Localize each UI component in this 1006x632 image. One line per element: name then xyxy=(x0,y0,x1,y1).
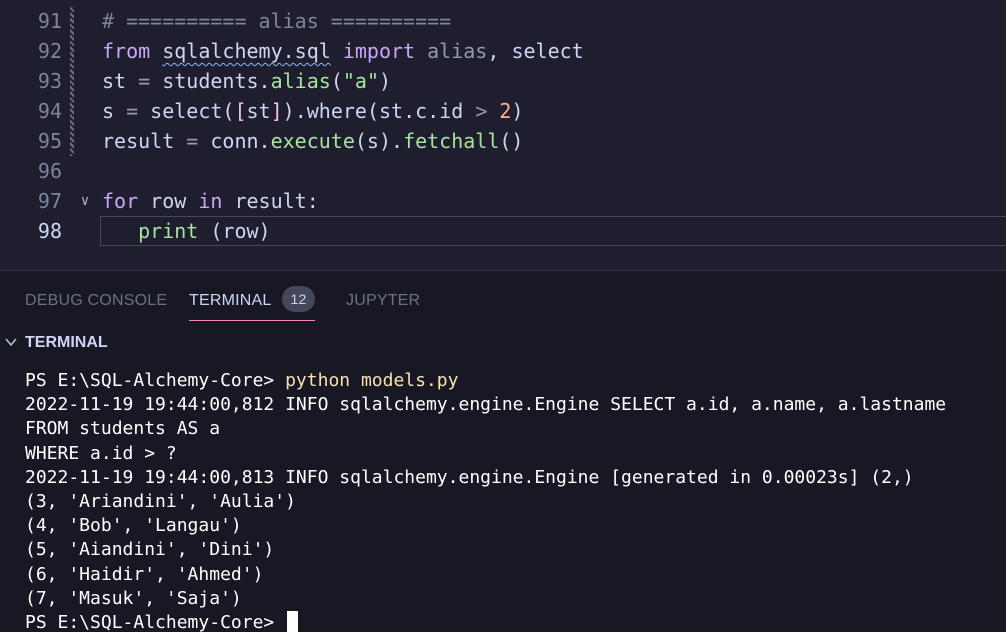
code-token: for xyxy=(102,189,139,213)
code-token: ).where(st.c.id xyxy=(282,99,476,123)
code-text: result = conn.execute(s).fetchall() xyxy=(102,126,523,156)
terminal-section-title: TERMINAL xyxy=(25,334,108,351)
terminal-output-line: 2022-11-19 19:44:00,813 INFO sqlalchemy.… xyxy=(25,466,914,488)
code-line[interactable]: 93 st = students.alias("a") xyxy=(0,66,1006,96)
code-token: , select xyxy=(487,39,584,63)
terminal-output-line: (3, 'Ariandini', 'Aulia') xyxy=(25,491,296,513)
terminal-output-line: (5, 'Aiandini', 'Dini') xyxy=(25,539,275,561)
code-editor[interactable]: 91 # ========== alias ========== 92 from sq… xyxy=(0,0,1006,270)
code-text: print (row) xyxy=(102,216,271,246)
terminal-output-line: FROM students AS a xyxy=(25,418,221,440)
code-token: ) xyxy=(511,99,524,123)
code-token: alias xyxy=(270,69,331,93)
code-token: result: xyxy=(222,189,319,213)
code-token: result xyxy=(102,129,187,153)
code-token: sqlalchemy.sql xyxy=(162,39,331,63)
code-token: import xyxy=(342,39,416,63)
code-token: () xyxy=(499,129,524,153)
bottom-panel: DEBUG CONSOLE TERMINAL 12 JUPYTER TERMINA… xyxy=(0,270,1006,632)
code-token: [ xyxy=(234,99,247,123)
code-token: st xyxy=(102,69,139,93)
panel-tabs: DEBUG CONSOLE TERMINAL 12 JUPYTER xyxy=(0,271,1006,327)
code-line[interactable]: 92 from sqlalchemy.sql import alias, sele… xyxy=(0,36,1006,66)
code-token: alias xyxy=(427,39,488,63)
code-text: # ========== alias ========== xyxy=(102,6,451,36)
terminal-command: python models.py xyxy=(285,370,459,391)
terminal-count-badge: 12 xyxy=(281,286,316,312)
line-number: 97 xyxy=(37,189,62,213)
code-token: select( xyxy=(138,99,235,123)
code-line[interactable]: 91 # ========== alias ========== xyxy=(0,6,1006,36)
tab-jupyter-label: JUPYTER xyxy=(346,292,421,309)
code-text: from sqlalchemy.sql import alias, select xyxy=(102,36,584,66)
fold-chevron-icon[interactable]: ∨ xyxy=(74,186,96,216)
code-line[interactable]: 96 xyxy=(0,156,1006,186)
terminal-cursor xyxy=(287,611,299,632)
tab-debug-console-label: DEBUG CONSOLE xyxy=(25,292,168,309)
code-token: row xyxy=(138,189,199,213)
line-number: 93 xyxy=(37,69,62,93)
terminal-section-header[interactable]: TERMINAL xyxy=(0,329,1006,357)
code-token: fetchall xyxy=(403,129,500,153)
code-text: s = select([st]).where(st.c.id > 2) xyxy=(102,96,524,126)
code-token: s xyxy=(102,99,127,123)
code-token: > xyxy=(475,99,488,123)
code-token: = xyxy=(126,99,139,123)
tab-terminal[interactable]: TERMINAL 12 xyxy=(189,271,316,321)
tab-jupyter[interactable]: JUPYTER xyxy=(346,271,420,321)
code-token: # ========== alias ========== xyxy=(102,9,452,33)
terminal-output[interactable]: PS E:\SQL-Alchemy-Core> python models.py… xyxy=(25,369,1000,632)
code-token: ] xyxy=(270,99,283,123)
code-line[interactable]: 95 result = conn.execute(s).fetchall() xyxy=(0,126,1006,156)
code-token: "a" xyxy=(342,69,379,93)
tab-terminal-label: TERMINAL xyxy=(189,292,272,309)
code-token: (row) xyxy=(198,219,271,243)
terminal-output-line: (6, 'Haidir', 'Ahmed') xyxy=(25,563,264,585)
code-token: (s). xyxy=(354,129,404,153)
code-token: ( xyxy=(330,69,343,93)
line-number: 92 xyxy=(37,39,62,63)
code-token: from xyxy=(102,39,151,63)
code-text: st = students.alias("a") xyxy=(102,66,391,96)
chevron-down-icon[interactable] xyxy=(4,329,20,357)
tab-debug-console[interactable]: DEBUG CONSOLE xyxy=(25,271,167,321)
code-line[interactable]: 98 print (row) xyxy=(0,216,1006,246)
terminal-prompt: PS E:\SQL-Alchemy-Core> xyxy=(25,370,286,391)
line-number: 91 xyxy=(37,9,62,33)
code-token: = xyxy=(138,69,151,93)
terminal-prompt-current: PS E:\SQL-Alchemy-Core> xyxy=(25,612,286,632)
code-token: print xyxy=(138,219,199,243)
code-token: st xyxy=(246,99,271,123)
terminal-output-lines: 2022-11-19 19:44:00,812 INFO sqlalchemy.… xyxy=(25,394,946,609)
line-number: 95 xyxy=(37,129,62,153)
terminal-output-line: (4, 'Bob', 'Langau') xyxy=(25,515,242,537)
code-line[interactable]: 94 s = select([st]).where(st.c.id > 2) xyxy=(0,96,1006,126)
code-line[interactable]: 97 ∨ for row in result: xyxy=(0,186,1006,216)
code-token: in xyxy=(198,189,223,213)
terminal-output-line: (7, 'Masuk', 'Saja') xyxy=(25,587,242,609)
terminal-output-line: 2022-11-19 19:44:00,812 INFO sqlalchemy.… xyxy=(25,394,947,416)
line-number: 96 xyxy=(37,159,62,183)
code-token: 2 xyxy=(499,99,512,123)
code-token: ) xyxy=(378,69,392,93)
code-token: students. xyxy=(150,69,271,93)
code-text: for row in result: xyxy=(102,186,319,216)
terminal-output-line: WHERE a.id > ? xyxy=(25,442,177,464)
code-token: execute xyxy=(270,129,355,153)
line-number: 98 xyxy=(37,219,62,243)
code-token: conn. xyxy=(198,129,271,153)
line-number: 94 xyxy=(37,99,62,123)
code-token: = xyxy=(186,129,199,153)
